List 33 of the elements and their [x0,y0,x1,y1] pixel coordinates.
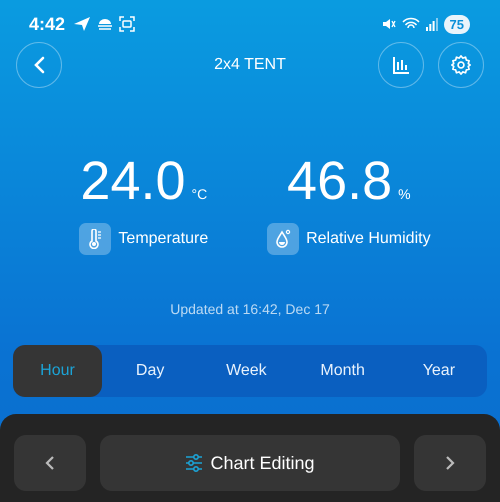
period-tab[interactable]: Hour [13,345,102,397]
reading-unit: % [398,186,411,202]
back-button[interactable] [16,42,62,88]
settings-icon [450,54,472,76]
screenshot-icon [119,16,136,32]
reading-value: 24.0 [80,151,186,211]
updated-time: Updated at 16:42, Dec 17 [169,301,331,317]
reading-label: Temperature [118,230,208,248]
period-tab[interactable]: Year [390,345,487,397]
reading-unit: °C [192,186,208,202]
settings-button[interactable] [438,42,484,88]
reading-value: 46.8 [287,151,392,211]
reading-label: Relative Humidity [306,230,431,248]
mute-icon [382,17,396,31]
sliders-icon [185,454,204,472]
battery-level: 75 [444,14,470,34]
wifi-icon [402,17,420,31]
status-time: 4:42 [29,14,66,34]
period-tab[interactable]: Week [198,345,294,397]
page-title: 2x4 TENT [213,56,287,74]
chevron-left-icon [45,456,55,470]
chevron-right-icon [445,456,455,470]
chart-editing-button[interactable]: Chart Editing [100,435,400,491]
chart-button[interactable] [378,42,424,88]
signal-icon [426,17,438,31]
send-icon [73,16,92,32]
back-icon [33,56,45,74]
cloud-icon [97,18,114,30]
bar-chart-icon [392,56,410,74]
water-drop-icon [274,229,292,249]
thermometer-icon [88,229,102,249]
period-tab[interactable]: Month [294,345,391,397]
period-tab[interactable]: Day [102,345,198,397]
